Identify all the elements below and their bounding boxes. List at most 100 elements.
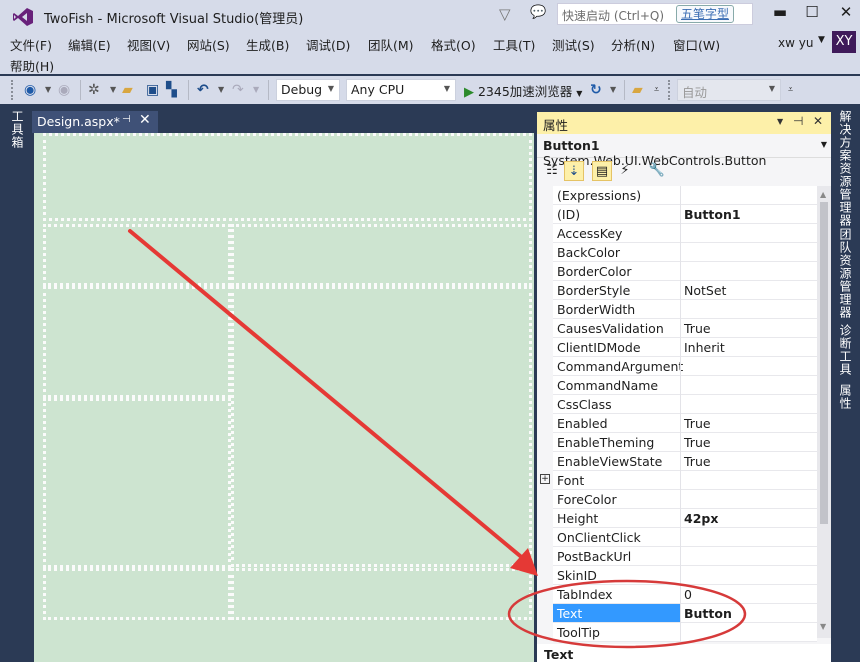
layout-cell[interactable] <box>231 568 532 620</box>
navigate-back-icon[interactable]: ◉ <box>24 80 36 100</box>
layout-cell[interactable] <box>43 568 231 620</box>
refresh-icon[interactable]: ↻ <box>590 80 602 100</box>
property-row[interactable]: CommandName <box>537 376 817 395</box>
pin-icon[interactable]: ⊣ <box>793 114 803 128</box>
property-row[interactable]: OnClientClick <box>537 528 817 547</box>
expand-icon[interactable]: + <box>540 474 550 484</box>
property-row[interactable]: Text Button <box>537 604 817 623</box>
menu-format[interactable]: 格式(O) <box>431 35 476 54</box>
property-value[interactable]: Inherit <box>684 340 725 355</box>
property-row[interactable]: CommandArgument <box>537 357 817 376</box>
property-row[interactable]: BorderStyle NotSet <box>537 281 817 300</box>
user-avatar[interactable]: XY <box>832 31 856 53</box>
close-tab-icon[interactable]: ✕ <box>139 112 151 128</box>
browse-icon[interactable]: ▰ <box>632 80 643 100</box>
layout-cell[interactable] <box>43 224 231 286</box>
toolbar-overflow-icon[interactable]: ⩡ <box>654 80 659 100</box>
toolbar-overflow-icon[interactable]: ⩡ <box>788 80 793 100</box>
property-value[interactable]: True <box>684 416 711 431</box>
menu-website[interactable]: 网站(S) <box>187 35 230 54</box>
tab-design-aspx[interactable]: Design.aspx* ⊣ ✕ <box>32 111 158 133</box>
property-row[interactable]: SkinID <box>537 566 817 585</box>
property-row[interactable]: BorderWidth <box>537 300 817 319</box>
save-icon[interactable]: ▣ <box>146 80 159 100</box>
property-row[interactable]: (ID) Button1 <box>537 205 817 224</box>
property-value[interactable]: NotSet <box>684 283 726 298</box>
toolbox-tab[interactable]: 工具箱 <box>9 110 26 149</box>
menu-window[interactable]: 窗口(W) <box>673 35 720 54</box>
menu-team[interactable]: 团队(M) <box>368 35 414 54</box>
save-all-icon[interactable]: ▚ <box>166 80 177 100</box>
toolbar-grip[interactable] <box>11 80 14 100</box>
notification-filter-icon[interactable]: ▽ <box>499 5 511 23</box>
feedback-icon[interactable]: 💬 <box>530 5 546 20</box>
undo-dropdown-icon[interactable]: ▼ <box>218 80 224 100</box>
start-debugging-button[interactable]: ▶ 2345加速浏览器 ▼ <box>464 81 582 100</box>
property-row[interactable]: ToolTip <box>537 623 817 642</box>
categorized-icon[interactable]: ☷ <box>542 161 562 181</box>
property-pages-icon[interactable]: 🔧 <box>647 161 667 181</box>
redo-dropdown-icon[interactable]: ▼ <box>253 80 259 100</box>
layout-cell[interactable] <box>43 398 231 568</box>
close-button[interactable]: ✕ <box>834 3 858 21</box>
property-grid-scrollbar[interactable]: ▲ ▼ <box>817 186 831 638</box>
property-value[interactable]: True <box>684 454 711 469</box>
team-explorer-tab[interactable]: 团队资源管理器 <box>837 228 854 319</box>
window-position-icon[interactable]: ▼ <box>777 117 783 126</box>
scroll-down-icon[interactable]: ▼ <box>820 622 826 631</box>
menu-help[interactable]: 帮助(H) <box>10 56 54 75</box>
open-file-icon[interactable]: ▰ <box>122 80 133 100</box>
redo-icon[interactable]: ↷ <box>232 80 244 100</box>
property-row[interactable]: EnableViewState True <box>537 452 817 471</box>
new-project-icon[interactable]: ✲ <box>88 80 100 100</box>
properties-tab[interactable]: 属性 <box>837 384 854 410</box>
maximize-button[interactable]: ☐ <box>800 3 824 21</box>
solution-config-select[interactable]: Debug ▼ <box>276 79 340 101</box>
property-row[interactable]: BackColor <box>537 243 817 262</box>
menu-test[interactable]: 测试(S) <box>552 35 595 54</box>
property-row[interactable]: (Expressions) <box>537 186 817 205</box>
property-value[interactable]: True <box>684 435 711 450</box>
close-panel-icon[interactable]: ✕ <box>813 114 823 128</box>
properties-view-icon[interactable]: ▤ <box>592 161 612 181</box>
property-row[interactable]: ClientIDMode Inherit <box>537 338 817 357</box>
object-selector[interactable]: Button1 System.Web.UI.WebControls.Button… <box>537 134 831 168</box>
property-row[interactable]: Height 42px <box>537 509 817 528</box>
navigate-forward-icon[interactable]: ◉ <box>58 80 70 100</box>
property-row[interactable]: CssClass <box>537 395 817 414</box>
menu-analyze[interactable]: 分析(N) <box>611 35 655 54</box>
back-dropdown-icon[interactable]: ▼ <box>45 80 51 100</box>
property-row[interactable]: AccessKey <box>537 224 817 243</box>
property-row[interactable]: Enabled True <box>537 414 817 433</box>
menu-debug[interactable]: 调试(D) <box>306 35 350 54</box>
menu-tools[interactable]: 工具(T) <box>493 35 535 54</box>
property-row[interactable]: + Font <box>537 471 817 490</box>
property-row[interactable]: EnableTheming True <box>537 433 817 452</box>
property-row[interactable]: TabIndex 0 <box>537 585 817 604</box>
platform-select[interactable]: Any CPU ▼ <box>346 79 456 101</box>
alphabetical-icon[interactable]: ⇣ <box>564 161 584 181</box>
layout-cell[interactable] <box>231 224 532 286</box>
layout-cell[interactable] <box>43 133 532 221</box>
property-value[interactable]: Button <box>684 606 732 621</box>
user-dropdown-icon[interactable]: ▼ <box>818 35 825 45</box>
menu-view[interactable]: 视图(V) <box>127 35 170 54</box>
pin-icon[interactable]: ⊣ <box>122 114 131 125</box>
minimize-button[interactable]: ▬ <box>768 3 792 21</box>
property-row[interactable]: PostBackUrl <box>537 547 817 566</box>
solution-explorer-tab[interactable]: 解决方案资源管理器 <box>837 110 854 227</box>
property-value[interactable]: 42px <box>684 511 718 526</box>
scroll-up-icon[interactable]: ▲ <box>820 190 826 199</box>
events-icon[interactable]: ⚡ <box>615 161 635 181</box>
property-value[interactable]: Button1 <box>684 207 741 222</box>
property-value[interactable]: True <box>684 321 711 336</box>
layout-cell[interactable] <box>43 286 231 398</box>
layout-cell[interactable] <box>231 286 532 567</box>
menu-build[interactable]: 生成(B) <box>246 35 289 54</box>
property-row[interactable]: ForeColor <box>537 490 817 509</box>
property-row[interactable]: CausesValidation True <box>537 319 817 338</box>
refresh-dropdown-icon[interactable]: ▼ <box>610 80 616 100</box>
design-canvas[interactable] <box>34 133 534 662</box>
ime-indicator[interactable]: 五笔字型 <box>676 5 735 23</box>
diagnostic-tools-tab[interactable]: 诊断工具 <box>837 324 854 376</box>
